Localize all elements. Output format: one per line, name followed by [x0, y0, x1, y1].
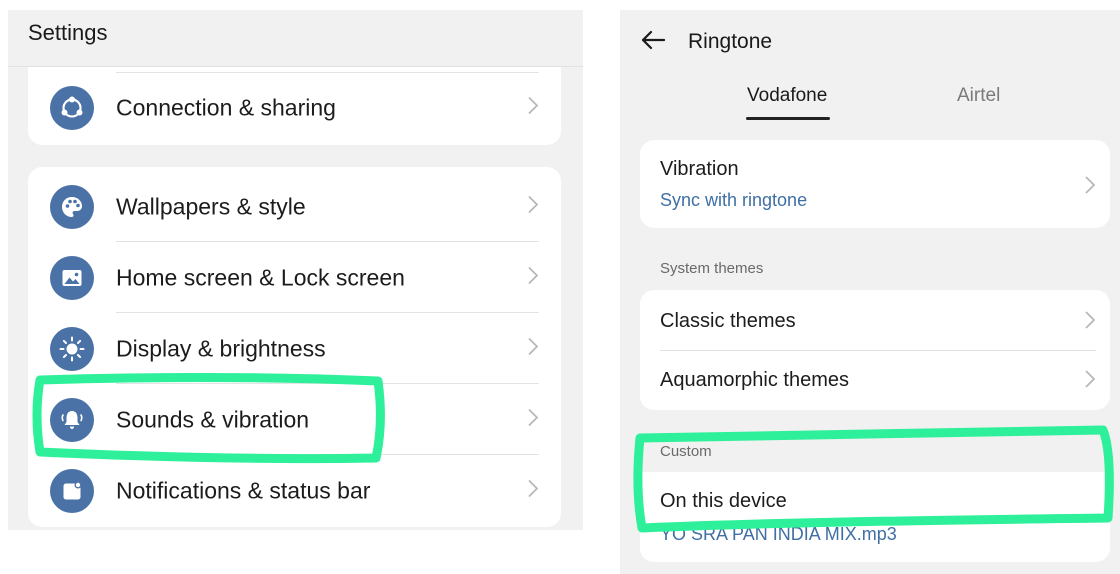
settings-item-label: Home screen & Lock screen	[116, 264, 405, 290]
settings-card-personalization: Wallpapers & style Home screen & Lock sc…	[28, 167, 561, 527]
settings-header: Settings	[8, 10, 583, 67]
vibration-label: Vibration	[660, 158, 739, 180]
settings-item-label: Wallpapers & style	[116, 193, 306, 219]
settings-item-label: Display & brightness	[116, 335, 326, 361]
settings-item-label: Notifications & status bar	[116, 477, 371, 503]
chevron-right-icon	[527, 95, 539, 120]
system-themes-card: Classic themes Aquamorphic themes	[640, 290, 1110, 410]
tab-vodafone[interactable]: Vodafone	[747, 85, 827, 107]
theme-item-aquamorphic[interactable]: Aquamorphic themes	[640, 351, 1110, 410]
back-arrow-icon[interactable]	[640, 29, 666, 56]
settings-item-connection-sharing[interactable]: Connection & sharing	[28, 72, 561, 143]
settings-item-wallpapers-style[interactable]: Wallpapers & style	[28, 171, 561, 242]
settings-item-label: Sounds & vibration	[116, 406, 310, 432]
settings-card-connectivity: Connection & sharing	[28, 67, 561, 145]
theme-item-label: Aquamorphic themes	[660, 369, 849, 391]
section-label-system-themes: System themes	[660, 260, 764, 277]
palette-icon	[50, 184, 94, 229]
settings-item-notifications-status-bar[interactable]: Notifications & status bar	[28, 455, 561, 526]
settings-item-sounds-vibration[interactable]: Sounds & vibration	[28, 384, 561, 455]
section-label-custom: Custom	[660, 443, 712, 460]
settings-item-label: Connection & sharing	[116, 94, 336, 120]
chevron-right-icon	[527, 265, 539, 290]
theme-item-classic[interactable]: Classic themes	[640, 290, 1110, 350]
chevron-right-icon	[527, 194, 539, 219]
image-icon	[50, 255, 94, 300]
share-icon	[50, 85, 94, 130]
active-tab-indicator	[746, 117, 830, 120]
chevron-right-icon	[1084, 310, 1096, 335]
vibration-value: Sync with ringtone	[660, 190, 808, 210]
page-title: Ringtone	[688, 30, 773, 53]
chevron-right-icon	[527, 336, 539, 361]
settings-panel: Settings Connection & sharing Wallpapers…	[8, 10, 583, 530]
chevron-right-icon	[1084, 369, 1096, 394]
chevron-right-icon	[527, 407, 539, 432]
sun-icon	[50, 326, 94, 371]
on-this-device-label: On this device	[660, 490, 787, 512]
chevron-right-icon	[527, 478, 539, 503]
tab-airtel[interactable]: Airtel	[957, 85, 1000, 107]
notification-icon	[50, 468, 94, 513]
vibration-setting[interactable]: Vibration Sync with ringtone	[640, 140, 1110, 228]
settings-item-display-brightness[interactable]: Display & brightness	[28, 313, 561, 384]
page-title: Settings	[28, 20, 108, 45]
ringtone-file-name: YO SRA PAN INDIA MIX.mp3	[660, 524, 897, 544]
bell-icon	[50, 397, 94, 442]
settings-item-home-lock-screen[interactable]: Home screen & Lock screen	[28, 242, 561, 313]
on-this-device-setting[interactable]: On this device YO SRA PAN INDIA MIX.mp3	[640, 472, 1110, 562]
ringtone-panel: Ringtone Vodafone Airtel Vibration Sync …	[620, 10, 1120, 574]
chevron-right-icon	[1084, 175, 1096, 200]
theme-item-label: Classic themes	[660, 310, 796, 332]
